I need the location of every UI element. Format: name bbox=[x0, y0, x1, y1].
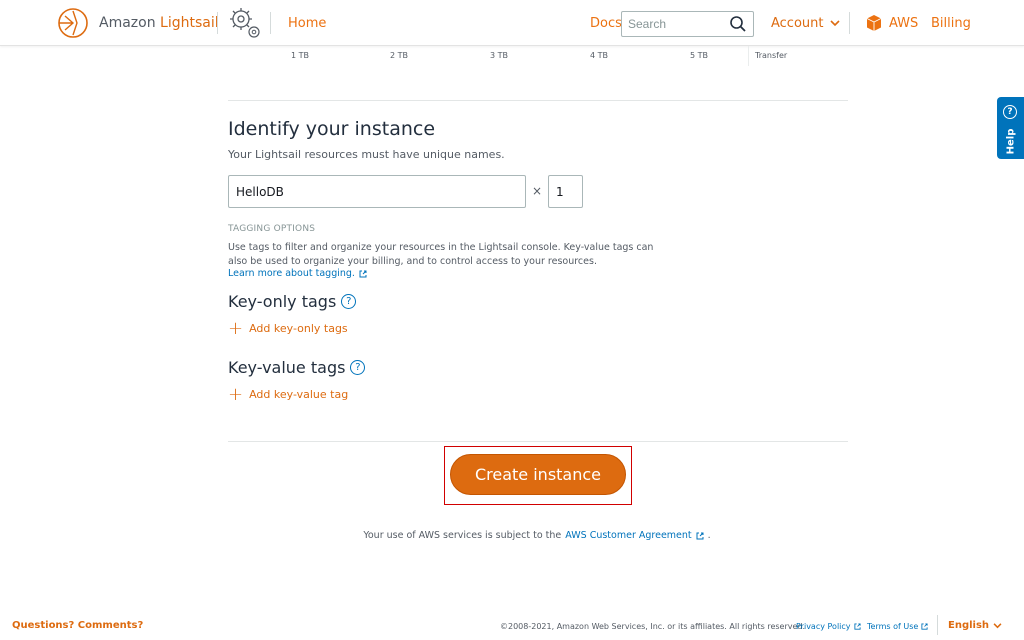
transfer-label: Transfer bbox=[755, 51, 788, 60]
multiply-sign: × bbox=[532, 184, 543, 198]
transfer-tick: 3 TB bbox=[489, 51, 508, 60]
search-box[interactable] bbox=[621, 11, 754, 37]
identify-subtitle: Your Lightsail resources must have uniqu… bbox=[228, 148, 505, 161]
agreement-text: Your use of AWS services is subject to t… bbox=[363, 530, 562, 541]
customer-agreement-notice: Your use of AWS services is subject to t… bbox=[0, 530, 1024, 541]
language-label: English bbox=[948, 620, 990, 631]
section-divider bbox=[228, 441, 848, 442]
help-side-tab[interactable]: ? Help bbox=[997, 97, 1024, 159]
header-divider bbox=[270, 12, 271, 34]
plus-icon: + bbox=[228, 318, 244, 339]
instance-count-input[interactable] bbox=[548, 175, 583, 208]
header-divider bbox=[217, 12, 218, 34]
key-only-tags-title: Key-only tags ? bbox=[228, 292, 357, 311]
add-key-value-tag-button[interactable]: + Add key-value tag bbox=[228, 384, 349, 405]
terms-of-use-link[interactable]: Terms of Use bbox=[867, 622, 928, 631]
privacy-label: Privacy Policy bbox=[796, 622, 851, 631]
language-selector[interactable]: English bbox=[948, 620, 1002, 631]
aws-label: AWS bbox=[889, 15, 919, 31]
external-link-icon bbox=[359, 270, 367, 277]
aws-cube-icon bbox=[866, 15, 882, 31]
key-value-tags-title: Key-value tags ? bbox=[228, 358, 366, 377]
lightsail-logo[interactable]: Amazon Lightsail bbox=[55, 7, 219, 39]
learn-more-tagging-link[interactable]: Learn more about tagging. bbox=[228, 268, 367, 279]
identify-title: Identify your instance bbox=[228, 118, 436, 140]
help-icon[interactable]: ? bbox=[350, 360, 366, 375]
key-only-tags-label: Key-only tags bbox=[228, 292, 337, 311]
transfer-tick: 5 TB bbox=[689, 51, 708, 60]
external-link-icon bbox=[853, 623, 861, 630]
add-key-value-label: Add key-value tag bbox=[249, 388, 349, 401]
key-value-tags-label: Key-value tags bbox=[228, 358, 346, 377]
chevron-down-icon bbox=[993, 622, 1002, 628]
instance-name-input[interactable] bbox=[228, 175, 526, 208]
aws-customer-agreement-link[interactable]: AWS Customer Agreement bbox=[565, 530, 704, 541]
transfer-tick: 1 TB bbox=[290, 51, 309, 60]
help-icon: ? bbox=[1003, 105, 1017, 119]
help-icon[interactable]: ? bbox=[341, 294, 357, 309]
add-key-only-tags-button[interactable]: + Add key-only tags bbox=[228, 318, 348, 339]
transfer-tick: 4 TB bbox=[589, 51, 608, 60]
top-nav-bar: Amazon Lightsail Home Docs Account AWS B… bbox=[0, 0, 1024, 46]
chevron-down-icon bbox=[829, 20, 840, 27]
logo-text: Amazon Lightsail bbox=[99, 15, 219, 31]
add-key-only-label: Add key-only tags bbox=[249, 322, 348, 335]
copyright-text: ©2008-2021, Amazon Web Services, Inc. or… bbox=[500, 622, 806, 631]
aws-console-link[interactable]: AWS bbox=[865, 14, 918, 32]
tagging-description: Use tags to filter and organize your res… bbox=[228, 242, 654, 267]
search-input[interactable] bbox=[622, 12, 727, 36]
account-label: Account bbox=[771, 16, 824, 31]
account-menu[interactable]: Account bbox=[771, 16, 840, 31]
transfer-column: Transfer bbox=[748, 46, 834, 66]
privacy-policy-link[interactable]: Privacy Policy bbox=[796, 622, 861, 631]
terms-label: Terms of Use bbox=[867, 622, 919, 631]
questions-comments-link[interactable]: Questions? Comments? bbox=[12, 620, 143, 631]
search-icon[interactable] bbox=[729, 15, 747, 33]
nav-docs-link[interactable]: Docs bbox=[590, 16, 622, 31]
nav-home-link[interactable]: Home bbox=[288, 16, 326, 31]
help-tab-label: Help bbox=[1005, 128, 1017, 155]
external-link-icon bbox=[696, 532, 704, 539]
create-instance-button[interactable]: Create instance bbox=[450, 454, 626, 495]
nav-billing-link[interactable]: Billing bbox=[931, 16, 971, 31]
footer-divider bbox=[937, 615, 938, 635]
external-link-icon bbox=[921, 623, 928, 630]
lightsail-logo-icon bbox=[58, 8, 88, 38]
gear-icon[interactable] bbox=[227, 5, 263, 41]
plus-icon: + bbox=[228, 384, 244, 405]
learn-more-label: Learn more about tagging. bbox=[228, 268, 355, 279]
agreement-link-label: AWS Customer Agreement bbox=[565, 530, 692, 541]
section-divider bbox=[228, 100, 848, 101]
tagging-heading: TAGGING OPTIONS bbox=[228, 224, 316, 234]
header-divider bbox=[849, 12, 850, 34]
transfer-tick: 2 TB bbox=[389, 51, 408, 60]
agreement-end: . bbox=[707, 530, 711, 541]
